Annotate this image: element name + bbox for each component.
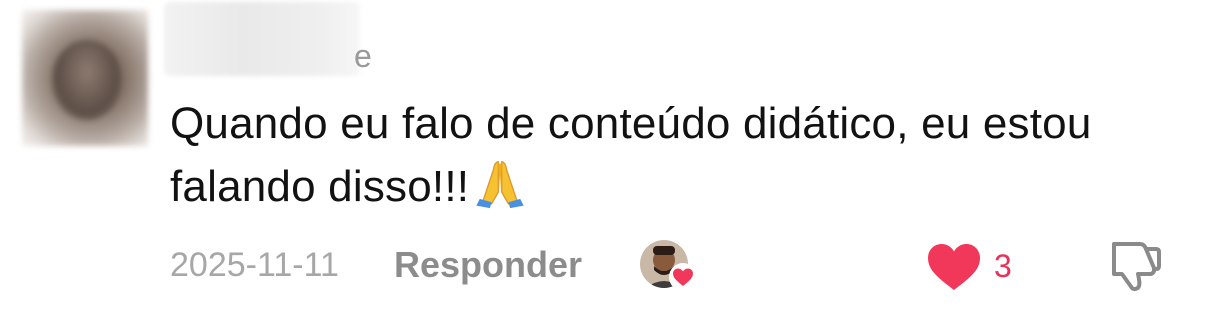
username-redacted <box>164 2 360 76</box>
comment-item: e Quando eu falo de conteúdo didático, e… <box>0 0 1206 316</box>
thumbs-down-icon <box>1112 242 1161 292</box>
comment-text: Quando eu falo de conteúdo didático, eu … <box>170 99 1092 211</box>
comment-date: 2025-11-11 <box>170 246 339 284</box>
commenter-avatar[interactable] <box>22 10 148 146</box>
comment-text-block: Quando eu falo de conteúdo didático, eu … <box>170 92 1180 218</box>
reply-button[interactable]: Responder <box>394 244 582 286</box>
like-button[interactable]: 3 <box>926 238 1026 290</box>
folded-hands-icon <box>476 161 524 209</box>
creator-liked-heart-icon <box>669 263 697 291</box>
dislike-button[interactable] <box>1106 238 1162 292</box>
like-count: 3 <box>994 248 1012 284</box>
username-suffix: e <box>354 38 373 74</box>
heart-icon <box>928 244 980 290</box>
username-area[interactable]: e <box>164 0 464 82</box>
comment-actions-bar: 2025-11-11 Responder 3 <box>0 232 1206 296</box>
